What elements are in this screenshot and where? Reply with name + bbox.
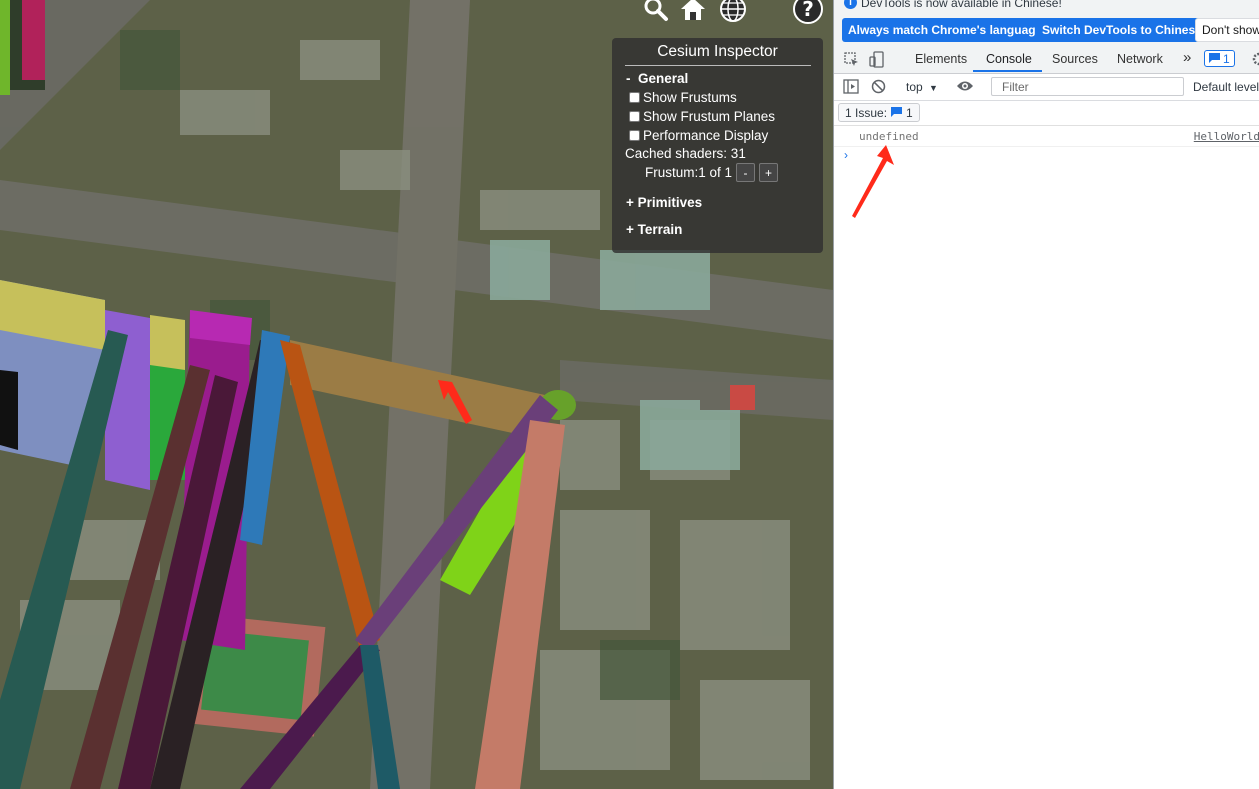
issues-label: 1 Issue: [845,105,888,120]
checkbox[interactable] [629,111,640,122]
message-icon [1209,52,1220,66]
sidebar-toggle-icon[interactable] [843,79,859,97]
tab-console[interactable]: Console [986,52,1032,66]
switch-language-button[interactable]: Switch DevTools to Chinese [1036,18,1208,42]
live-expression-eye-icon[interactable] [956,79,974,96]
frustum-label: Frustum:1 of 1 [645,165,733,180]
cached-shaders: Cached shaders: 31 [625,146,746,161]
help-icon: ? [793,0,823,29]
option-show-frustum-planes[interactable]: Show Frustum Planes [629,109,775,124]
search-icon [643,0,669,27]
tab-sources[interactable]: Sources [1052,52,1098,66]
dont-show-button[interactable]: Don't show [1195,18,1259,42]
inspect-element-icon[interactable] [844,52,859,70]
section-general[interactable]: - General [626,71,688,86]
devtools-panel: i DevTools is now available in Chinese! … [833,0,1259,789]
match-language-button[interactable]: Always match Chrome's language [842,18,1049,42]
annotation-arrow [852,145,894,218]
clear-console-icon[interactable] [871,79,886,97]
globe-icon [719,0,747,28]
device-toolbar-icon[interactable] [869,51,885,71]
frustum-increment-button[interactable]: + [759,163,779,182]
context-value: top [906,80,923,94]
messages-badge[interactable]: 1 [1204,50,1235,67]
console-prompt[interactable]: › [844,148,848,162]
devtools-tab-bar: Elements Console Sources Network » 1 [834,46,1259,74]
notice-text: DevTools is now available in Chinese! [861,0,1062,10]
section-primitives-label: Primitives [637,195,703,210]
checkbox[interactable] [629,130,640,141]
option-performance-display[interactable]: Performance Display [629,128,768,143]
expand-toggle: + [626,195,634,210]
checkbox[interactable] [629,92,640,103]
frustum-decrement-button[interactable]: - [736,163,756,182]
home-icon [680,0,706,27]
context-selector[interactable]: top ▼ [906,80,938,94]
language-notice: i DevTools is now available in Chinese! … [834,0,1259,46]
section-primitives[interactable]: + Primitives [626,195,702,210]
cesium-inspector: Cesium Inspector - General Show Frustums… [612,38,823,253]
tab-network[interactable]: Network [1117,52,1163,66]
more-tabs-button[interactable]: » [1183,49,1191,66]
issues-bar: 1 Issue: 1 [834,101,1259,126]
section-terrain-label: Terrain [637,222,683,237]
active-tab-indicator [973,70,1042,72]
message-count: 1 [1223,51,1230,66]
section-terrain[interactable]: + Terrain [626,222,682,237]
frustum-control: Frustum:1 of 1 - + [645,163,779,182]
tab-elements[interactable]: Elements [915,52,967,66]
expand-toggle: + [626,222,634,237]
search-button[interactable] [641,0,671,26]
filter-input[interactable]: Filter [991,77,1184,96]
help-button[interactable]: ? [793,0,823,26]
chevron-down-icon: ▼ [929,83,938,93]
issues-button[interactable]: 1 Issue: 1 [838,103,920,122]
option-label: Show Frustums [643,90,737,105]
settings-icon[interactable] [1252,52,1259,69]
issues-count: 1 [906,105,913,120]
option-label: Performance Display [643,128,769,143]
home-button[interactable] [678,0,708,26]
cesium-viewer[interactable]: ? Cesium Inspector - General Show Frustu… [0,0,833,789]
message-icon [891,106,903,120]
svg-text:?: ? [802,0,814,21]
log-source-link[interactable]: HelloWorld [1194,130,1259,143]
log-levels-dropdown[interactable]: Default levels [1193,80,1259,94]
console-toolbar: top ▼ Filter Default levels [834,74,1259,101]
globe-button[interactable] [718,0,748,26]
info-icon: i [844,0,857,9]
inspector-divider [625,65,811,66]
option-show-frustums[interactable]: Show Frustums [629,90,737,105]
inspector-title: Cesium Inspector [657,43,778,60]
section-general-label: General [638,71,689,86]
option-label: Show Frustum Planes [643,109,776,124]
collapse-toggle: - [626,71,631,86]
